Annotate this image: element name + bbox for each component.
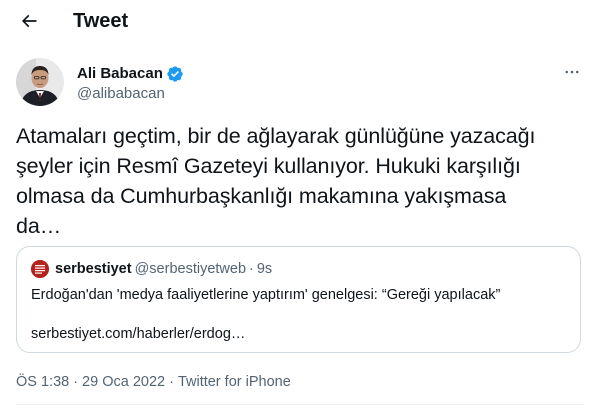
more-options-button[interactable] (558, 60, 586, 84)
back-button[interactable] (14, 6, 44, 36)
quoted-timestamp: 9s (256, 261, 273, 277)
quoted-author-name: serbestiyet (55, 261, 132, 277)
tweet-date[interactable]: 29 Oca 2022 (82, 374, 165, 390)
quoted-text: Erdoğan'dan 'medya faaliyetlerine yaptır… (31, 287, 501, 303)
page-title: Tweet (73, 10, 129, 32)
tweet-text: Atamaları geçtim, bir de ağlayarak günlü… (16, 124, 536, 238)
meta-separator: · (169, 374, 174, 390)
divider (16, 404, 584, 405)
avatar[interactable] (16, 58, 64, 106)
meta-separator: · (73, 374, 79, 390)
tweet-time[interactable]: ÖS 1:38 (16, 374, 69, 390)
arrow-left-icon (21, 14, 37, 28)
header-bar: Tweet (0, 0, 599, 44)
quoted-avatar (31, 260, 49, 278)
quoted-header: serbestiyet @serbestiyetweb · 9s (55, 259, 272, 279)
more-horizontal-icon (565, 70, 579, 74)
author-handle[interactable]: @alibabacan (77, 84, 165, 104)
verified-badge-icon (167, 66, 183, 82)
quoted-separator: · (249, 261, 254, 277)
tweet-author: Ali Babacan @alibabacan (16, 58, 586, 110)
quoted-author-handle: @serbestiyetweb (134, 261, 247, 277)
author-name[interactable]: Ali Babacan (77, 64, 184, 84)
quoted-tweet-card[interactable]: serbestiyet @serbestiyetweb · 9s Erdoğan'da… (16, 246, 581, 353)
tweet-metadata: ÖS 1:38 · 29 Oca 2022 · Twitter for iPhone (16, 372, 291, 392)
avatar-image (16, 58, 64, 106)
tweet-source[interactable]: Twitter for iPhone (178, 374, 291, 390)
author-name-text: Ali Babacan (77, 65, 163, 82)
quoted-avatar-logo (31, 260, 49, 278)
quoted-link[interactable]: serbestiyet.com/haberler/erdog… (31, 324, 245, 344)
